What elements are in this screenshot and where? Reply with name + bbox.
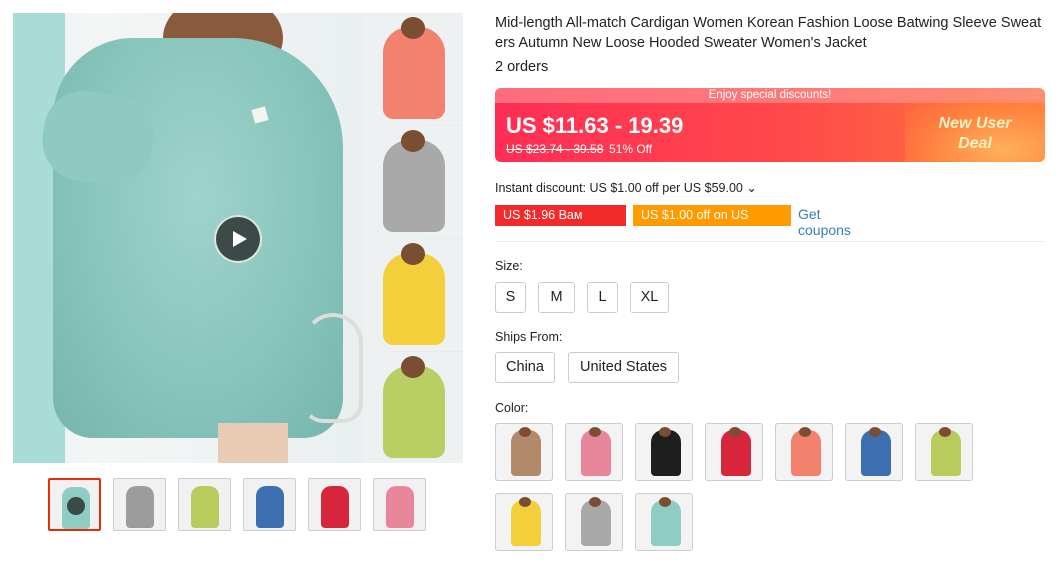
size-option[interactable]: M — [538, 282, 575, 313]
color-swatch[interactable] — [775, 423, 833, 481]
thumbnail[interactable] — [373, 478, 426, 531]
image-bag — [303, 313, 363, 423]
original-price: US $23.74 - 39.58 — [506, 142, 604, 156]
thumbnail-figure — [321, 486, 349, 528]
size-option[interactable]: L — [587, 282, 618, 313]
color-swatch[interactable] — [495, 493, 553, 551]
product-title: Mid-length All-match Cardigan Women Kore… — [495, 15, 1042, 51]
size-option[interactable]: XL — [630, 282, 669, 313]
color-swatch[interactable] — [635, 423, 693, 481]
new-user-deal-badge: New User Deal — [925, 114, 1025, 154]
main-product-image[interactable] — [13, 13, 463, 463]
thumbnail[interactable] — [308, 478, 361, 531]
coupon-badge[interactable]: US $1.96 Вам купон — [495, 205, 626, 243]
discount-percent: 51% Off — [609, 142, 653, 156]
color-swatch[interactable] — [705, 423, 763, 481]
price-range: US $11.63 - 19.39 — [506, 113, 684, 138]
color-swatch[interactable] — [635, 493, 693, 551]
thumbnail-figure — [386, 486, 414, 528]
side-preview-figure — [383, 140, 445, 232]
side-preview-figure — [383, 253, 445, 345]
side-preview-figure — [383, 366, 445, 458]
color-swatch[interactable] — [495, 423, 553, 481]
play-icon — [232, 231, 247, 247]
instant-discount[interactable]: Instant discount: US $1.00 off per US $5… — [495, 180, 757, 195]
side-preview — [363, 352, 463, 463]
swatch-head — [519, 427, 531, 437]
swatch-head — [589, 497, 601, 507]
side-preview-head — [401, 17, 425, 39]
get-coupons-link[interactable]: Get coupons — [798, 206, 851, 238]
side-preview-head — [401, 356, 425, 378]
thumbnail[interactable] — [113, 478, 166, 531]
side-preview-head — [401, 243, 425, 265]
ships-from-option[interactable]: United States — [568, 352, 679, 383]
color-swatch[interactable] — [845, 423, 903, 481]
thumbnail[interactable] — [48, 478, 101, 531]
swatch-head — [799, 427, 811, 437]
side-preview-head — [401, 130, 425, 152]
side-preview — [363, 126, 463, 238]
ships-from-option[interactable]: China — [495, 352, 555, 383]
size-label: Size: — [495, 259, 523, 273]
swatch-head — [729, 427, 741, 437]
swatch-head — [939, 427, 951, 437]
thumbnail-figure — [126, 486, 154, 528]
color-swatch[interactable] — [565, 493, 623, 551]
thumbnail-play-icon — [67, 497, 85, 515]
swatch-head — [519, 497, 531, 507]
swatch-head — [659, 427, 671, 437]
coupon-badge[interactable]: US $1.00 off on US $18.00 — [633, 205, 791, 243]
deal-badge-line: Deal — [958, 135, 992, 152]
color-swatch[interactable] — [915, 423, 973, 481]
thumbnail[interactable] — [178, 478, 231, 531]
swatch-head — [589, 427, 601, 437]
ships-from-label: Ships From: — [495, 330, 563, 344]
swatch-head — [869, 427, 881, 437]
side-preview — [363, 13, 463, 125]
size-option[interactable]: S — [495, 282, 526, 313]
image-legs — [218, 423, 288, 463]
side-preview-strip — [363, 13, 463, 463]
side-preview-figure — [383, 27, 445, 119]
swatch-head — [659, 497, 671, 507]
color-label: Color: — [495, 401, 529, 415]
price-banner: Enjoy special discounts! US $11.63 - 19.… — [495, 88, 1045, 162]
color-swatch[interactable] — [565, 423, 623, 481]
side-preview — [363, 239, 463, 351]
play-video-button[interactable] — [214, 215, 262, 263]
thumbnail[interactable] — [243, 478, 296, 531]
order-count: 2 orders — [495, 59, 549, 75]
thumbnail-figure — [191, 486, 219, 528]
deal-badge-line: New User — [938, 115, 1012, 132]
divider — [495, 241, 1045, 242]
thumbnail-figure — [256, 486, 284, 528]
